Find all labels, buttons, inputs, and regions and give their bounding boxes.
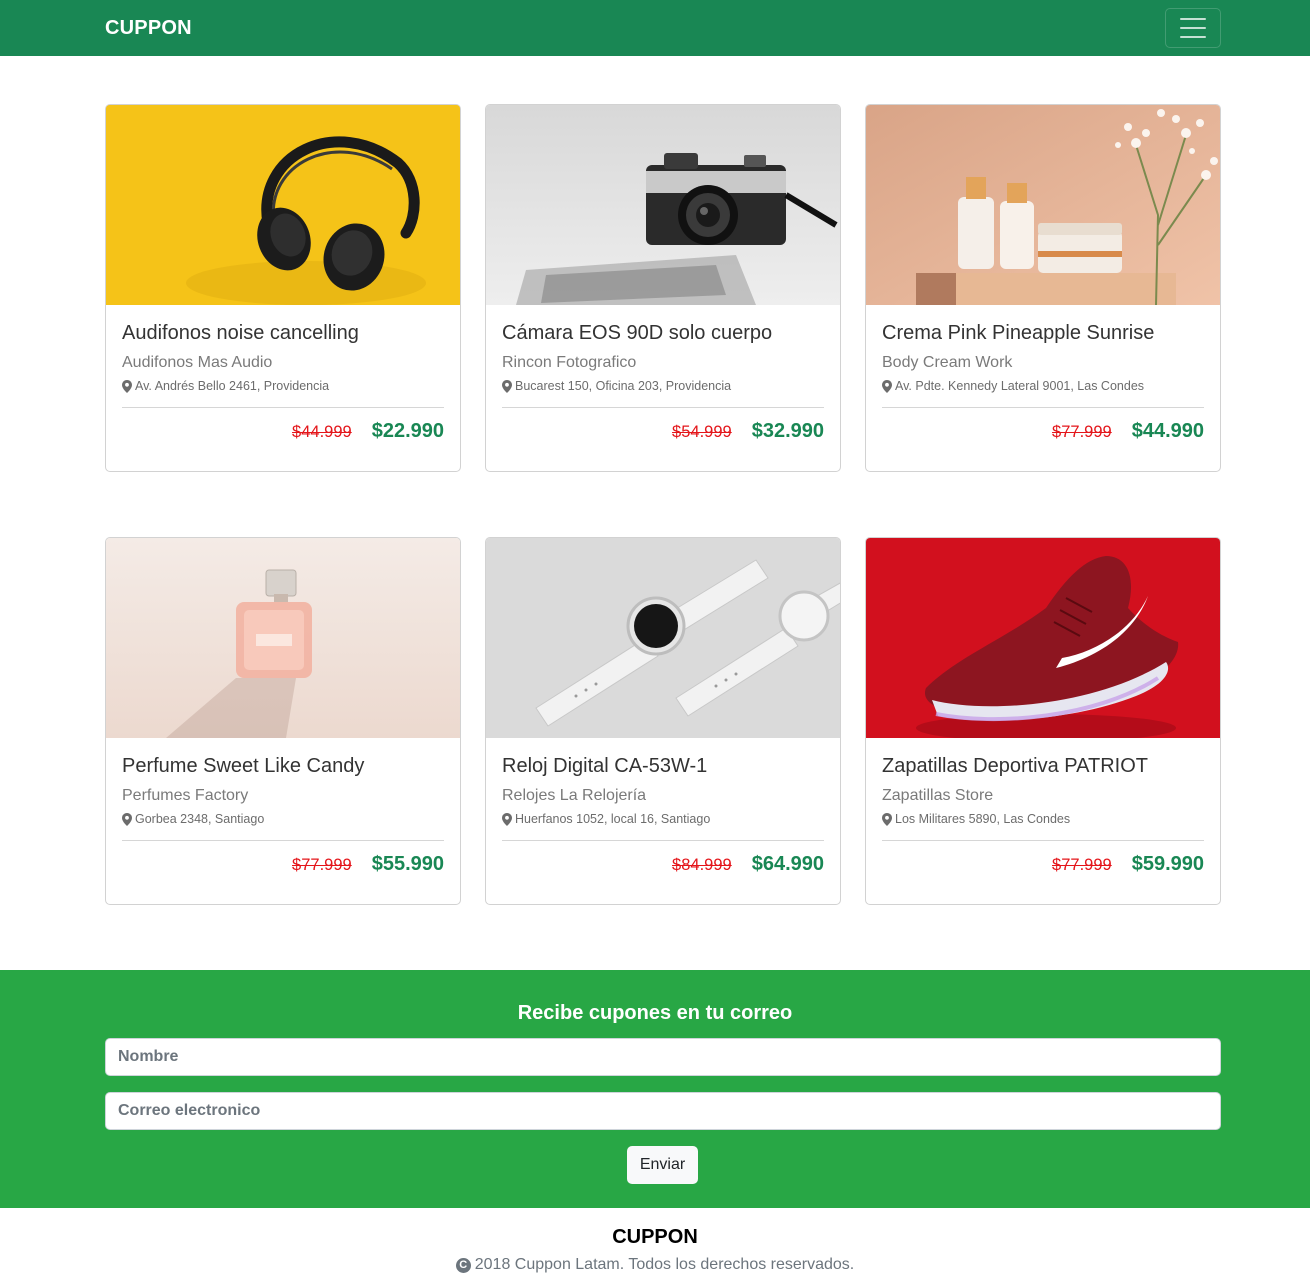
address-text: Av. Pdte. Kennedy Lateral 9001, Las Cond… (895, 379, 1145, 393)
current-price: $59.990 (1131, 853, 1204, 875)
current-price: $55.990 (371, 853, 444, 875)
address-text: Bucarest 150, Oficina 203, Providencia (515, 379, 732, 393)
address-text: Huerfanos 1052, local 16, Santiago (515, 812, 711, 826)
map-pin-icon (122, 813, 132, 826)
perfume-image (106, 538, 460, 738)
subscribe-title: Recibe cupones en tu correo (517, 1002, 793, 1024)
current-price: $44.990 (1131, 420, 1204, 442)
product-address: Los Militares 5890, Las Condes (882, 812, 1204, 827)
hamburger-menu-icon[interactable] (1165, 8, 1221, 48)
address-text: Av. Andrés Bello 2461, Providencia (135, 379, 330, 393)
price-row: $44.999 $22.990 (122, 408, 444, 443)
product-title[interactable]: Crema Pink Pineapple Sunrise (882, 321, 1204, 345)
product-card[interactable]: Reloj Digital CA-53W-1 Relojes La Reloje… (485, 537, 841, 905)
brand-logo[interactable]: CUPPON (105, 17, 192, 40)
product-title[interactable]: Perfume Sweet Like Candy (122, 754, 444, 778)
price-row: $77.999 $44.990 (882, 408, 1204, 443)
camera-image (486, 105, 840, 305)
old-price: $77.999 (1052, 856, 1112, 874)
current-price: $32.990 (751, 420, 824, 442)
current-price: $22.990 (371, 420, 444, 442)
old-price: $77.999 (1052, 423, 1112, 441)
old-price: $77.999 (292, 856, 352, 874)
product-title[interactable]: Reloj Digital CA-53W-1 (502, 754, 824, 778)
product-address: Bucarest 150, Oficina 203, Providencia (502, 379, 824, 394)
address-text: Los Militares 5890, Las Condes (895, 812, 1071, 826)
product-address: Gorbea 2348, Santiago (122, 812, 444, 827)
map-pin-icon (882, 380, 892, 393)
product-card[interactable]: Cámara EOS 90D solo cuerpo Rincon Fotogr… (485, 104, 841, 472)
copyright-text: 2018 Cuppon Latam. Todos los derechos re… (474, 1256, 855, 1273)
email-input[interactable] (105, 1092, 1221, 1130)
product-address: Av. Pdte. Kennedy Lateral 9001, Las Cond… (882, 379, 1204, 394)
sneaker-image (866, 538, 1220, 738)
current-price: $64.990 (751, 853, 824, 875)
product-card[interactable]: Crema Pink Pineapple Sunrise Body Cream … (865, 104, 1221, 472)
map-pin-icon (882, 813, 892, 826)
product-card[interactable]: Audifonos noise cancelling Audifonos Mas… (105, 104, 461, 472)
product-store: Rincon Fotografico (502, 354, 637, 371)
old-price: $54.999 (672, 423, 732, 441)
product-title[interactable]: Audifonos noise cancelling (122, 321, 444, 345)
footer: CUPPON C 2018 Cuppon Latam. Todos los de… (0, 1208, 1310, 1285)
old-price: $44.999 (292, 423, 352, 441)
product-title[interactable]: Cámara EOS 90D solo cuerpo (502, 321, 824, 345)
map-pin-icon (502, 380, 512, 393)
copyright: C 2018 Cuppon Latam. Todos los derechos … (0, 1256, 1310, 1274)
product-store: Body Cream Work (882, 354, 1013, 371)
product-store: Relojes La Relojería (502, 787, 647, 804)
price-row: $84.999 $64.990 (502, 841, 824, 876)
price-row: $77.999 $59.990 (882, 841, 1204, 876)
product-card[interactable]: Perfume Sweet Like Candy Perfumes Factor… (105, 537, 461, 905)
product-store: Zapatillas Store (882, 787, 994, 804)
product-card[interactable]: Zapatillas Deportiva PATRIOT Zapatillas … (865, 537, 1221, 905)
cream-image (866, 105, 1220, 305)
product-grid: Audifonos noise cancelling Audifonos Mas… (105, 104, 1221, 905)
address-text: Gorbea 2348, Santiago (135, 812, 265, 826)
submit-button[interactable]: Enviar (627, 1146, 698, 1184)
headphones-image (106, 105, 460, 305)
old-price: $84.999 (672, 856, 732, 874)
map-pin-icon (502, 813, 512, 826)
map-pin-icon (122, 380, 132, 393)
product-store: Perfumes Factory (122, 787, 249, 804)
product-address: Av. Andrés Bello 2461, Providencia (122, 379, 444, 394)
price-row: $77.999 $55.990 (122, 841, 444, 876)
name-input[interactable] (105, 1038, 1221, 1076)
copyright-icon: C (455, 1257, 471, 1273)
navbar: CUPPON (0, 0, 1310, 56)
footer-brand: CUPPON (612, 1226, 698, 1248)
product-store: Audifonos Mas Audio (122, 354, 273, 371)
price-row: $54.999 $32.990 (502, 408, 824, 443)
product-address: Huerfanos 1052, local 16, Santiago (502, 812, 824, 827)
product-title[interactable]: Zapatillas Deportiva PATRIOT (882, 754, 1204, 778)
subscribe-section: Recibe cupones en tu correo Enviar (0, 970, 1310, 1208)
watch-image (486, 538, 840, 738)
